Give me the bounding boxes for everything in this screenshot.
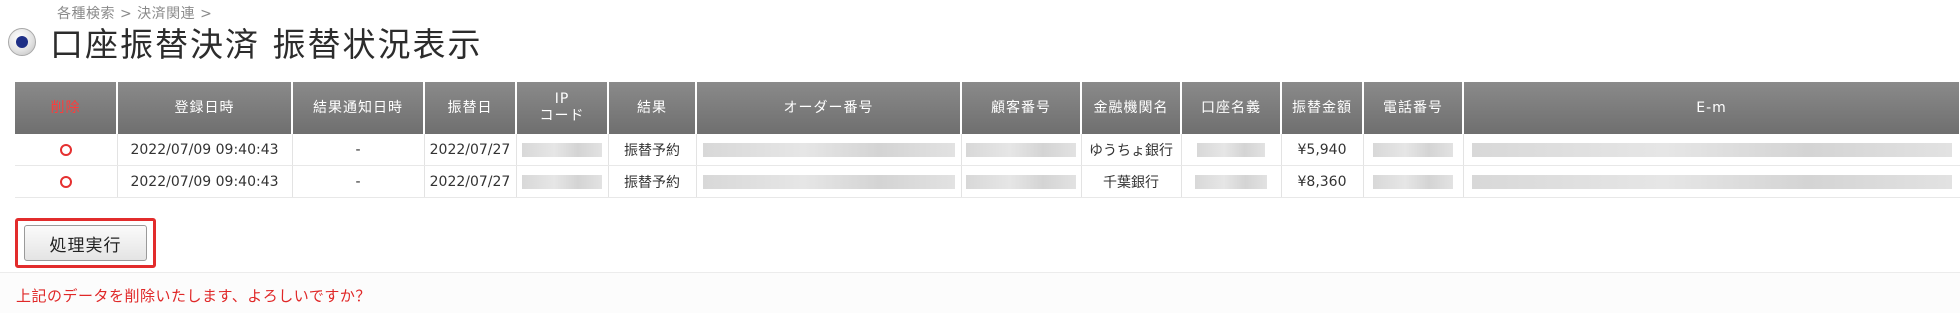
column-header-registered-at[interactable]: 登録日時: [117, 82, 293, 134]
transfer-amount-cell: ¥5,940: [1281, 134, 1364, 166]
redacted-email: [1471, 142, 1952, 157]
institution-name-cell: 千葉銀行: [1081, 165, 1182, 198]
phone-number-cell: [1363, 165, 1464, 198]
email-cell: [1463, 134, 1960, 166]
account-holder-cell: [1181, 165, 1282, 198]
transfer-amount-cell: ¥8,360: [1281, 165, 1364, 198]
result-cell: 振替予約: [608, 165, 697, 198]
transfer-date-cell: 2022/07/27: [424, 165, 517, 198]
page: 各種検索 > 決済関連 > 口座振替決済 振替状況表示 削除 登録日時 結果通知…: [0, 0, 1960, 316]
column-header-email[interactable]: E-m: [1463, 82, 1960, 134]
column-header-transfer-date[interactable]: 振替日: [424, 82, 517, 134]
phone-number-cell: [1363, 134, 1464, 166]
ip-code-cell: [516, 134, 609, 166]
customer-number-cell: [961, 134, 1082, 166]
registered-at-cell: 2022/07/09 09:40:43: [117, 134, 293, 166]
redacted-phone-number: [1373, 174, 1453, 189]
column-header-delete[interactable]: 削除: [15, 82, 118, 134]
redacted-phone-number: [1373, 142, 1453, 157]
table-header-row: 削除 登録日時 結果通知日時 振替日 IP コード 結果 オーダー番号 顧客番号…: [15, 82, 1960, 134]
redacted-customer-number: [966, 174, 1076, 189]
ip-code-cell: [516, 165, 609, 198]
delete-cell[interactable]: [15, 165, 118, 198]
page-title: 口座振替決済 振替状況表示: [50, 25, 483, 64]
confirm-message-row: 上記のデータを削除いたします、よろしいですか？: [0, 272, 1960, 313]
execute-button-highlight: 処理実行: [15, 218, 156, 268]
account-holder-cell: [1181, 134, 1282, 166]
execute-button[interactable]: 処理実行: [24, 225, 147, 261]
circle-mark-icon[interactable]: [59, 143, 72, 156]
radio-bullet-icon: [8, 28, 36, 56]
column-header-transfer-amount[interactable]: 振替金額: [1281, 82, 1364, 134]
column-header-customer-number[interactable]: 顧客番号: [961, 82, 1082, 134]
redacted-order-number: [702, 142, 955, 157]
customer-number-cell: [961, 165, 1082, 198]
confirm-message: 上記のデータを削除いたします、よろしいですか？: [16, 287, 371, 305]
redacted-email: [1471, 174, 1952, 189]
email-cell: [1463, 165, 1960, 198]
column-header-result[interactable]: 結果: [608, 82, 697, 134]
transfer-status-table: 削除 登録日時 結果通知日時 振替日 IP コード 結果 オーダー番号 顧客番号…: [15, 82, 1960, 198]
title-row: 口座振替決済 振替状況表示: [8, 20, 483, 64]
redacted-account-holder: [1195, 174, 1267, 189]
column-header-ip-code[interactable]: IP コード: [516, 82, 609, 134]
delete-cell[interactable]: [15, 134, 118, 166]
column-header-phone-number[interactable]: 電話番号: [1363, 82, 1464, 134]
redacted-customer-number: [966, 142, 1076, 157]
result-notified-at-cell: -: [292, 134, 425, 166]
table-row: 2022/07/09 09:40:43 - 2022/07/27 振替予約 ゆう…: [15, 134, 1960, 166]
institution-name-cell: ゆうちょ銀行: [1081, 134, 1182, 166]
redacted-ip-code: [522, 174, 602, 189]
transfer-status-table-wrap: 削除 登録日時 結果通知日時 振替日 IP コード 結果 オーダー番号 顧客番号…: [15, 82, 1960, 198]
registered-at-cell: 2022/07/09 09:40:43: [117, 165, 293, 198]
result-notified-at-cell: -: [292, 165, 425, 198]
column-header-result-notified-at[interactable]: 結果通知日時: [292, 82, 425, 134]
circle-mark-icon[interactable]: [59, 175, 72, 188]
redacted-account-holder: [1197, 142, 1265, 157]
column-header-order-number[interactable]: オーダー番号: [696, 82, 962, 134]
redacted-ip-code: [522, 142, 602, 157]
transfer-date-cell: 2022/07/27: [424, 134, 517, 166]
column-header-account-holder[interactable]: 口座名義: [1181, 82, 1282, 134]
order-number-cell: [696, 165, 962, 198]
table-row: 2022/07/09 09:40:43 - 2022/07/27 振替予約 千葉…: [15, 165, 1960, 198]
column-header-institution-name[interactable]: 金融機関名: [1081, 82, 1182, 134]
order-number-cell: [696, 134, 962, 166]
result-cell: 振替予約: [608, 134, 697, 166]
redacted-order-number: [702, 174, 955, 189]
